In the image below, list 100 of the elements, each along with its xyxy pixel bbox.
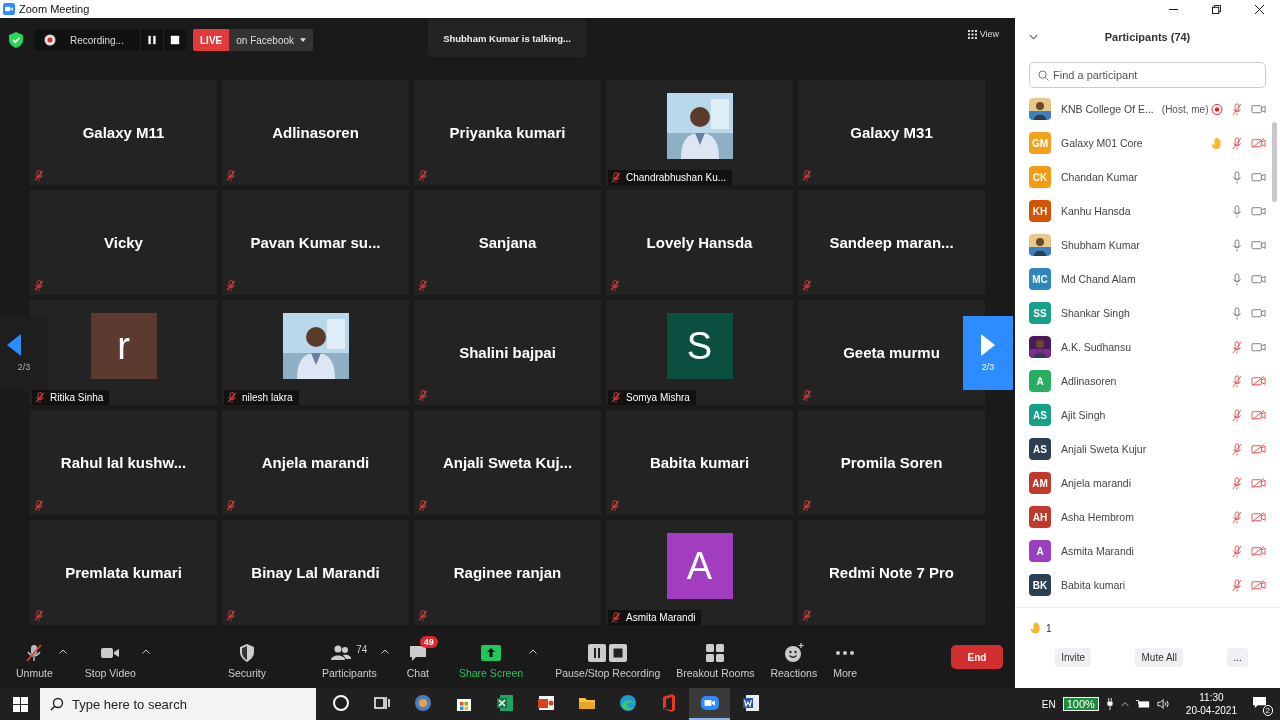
participant-name: Asha Hembrom	[1061, 511, 1134, 523]
speaker-icon[interactable]	[1156, 698, 1171, 710]
camera-icon[interactable]	[1251, 171, 1266, 183]
emoji-icon	[783, 643, 804, 663]
participant-row[interactable]: MC Md Chand Alam	[1015, 262, 1272, 296]
camera-off-icon[interactable]	[1251, 545, 1266, 557]
muted-mic-icon	[226, 280, 236, 291]
muted-mic-icon[interactable]	[1231, 374, 1243, 388]
mic-icon[interactable]	[1231, 272, 1243, 286]
camera-icon[interactable]	[1251, 307, 1266, 319]
participant-row[interactable]: GM Galaxy M01 Core	[1015, 126, 1272, 160]
battery-indicator[interactable]: 100%	[1062, 697, 1099, 711]
participant-name: Somya Mishra	[626, 392, 690, 403]
caret-icon[interactable]	[529, 649, 538, 654]
participant-name: Ajit Singh	[1061, 409, 1106, 421]
caret-icon[interactable]	[380, 649, 389, 654]
participant-name: KNB College Of E...	[1061, 103, 1154, 115]
toolbar-button[interactable]: Breakout Rooms	[668, 635, 763, 679]
view-button[interactable]: View	[961, 28, 1005, 40]
camera-off-icon[interactable]	[1251, 137, 1266, 149]
muted-mic-icon[interactable]	[1231, 340, 1243, 354]
participant-row[interactable]: Shubham Kumar	[1015, 228, 1272, 262]
muted-mic-icon[interactable]	[1231, 442, 1243, 456]
toolbar-button[interactable]: Pause/Stop Recording	[547, 635, 669, 679]
participant-row[interactable]: A Asmita Marandi	[1015, 534, 1272, 568]
camera-icon[interactable]	[1251, 341, 1266, 353]
muted-mic-icon[interactable]	[1231, 510, 1243, 524]
toolbar-button[interactable]: Security	[219, 635, 274, 679]
participant-name: Ritika Sinha	[50, 392, 104, 403]
camera-icon[interactable]	[1251, 273, 1266, 285]
camera-off-icon[interactable]	[1251, 511, 1266, 523]
toolbar-button[interactable]: Unmute	[8, 635, 61, 679]
mic-icon[interactable]	[1231, 170, 1243, 184]
maximize-icon[interactable]	[1212, 4, 1221, 14]
muted-mic-icon[interactable]	[1231, 136, 1243, 150]
panel-button[interactable]: ...	[1227, 648, 1248, 667]
participant-row[interactable]: A Adlinasoren	[1015, 364, 1272, 398]
participant-row[interactable]: A.K. Sudhansu	[1015, 330, 1272, 364]
language-indicator[interactable]: EN	[1041, 698, 1056, 710]
camera-icon[interactable]	[1251, 239, 1266, 251]
browser-icon	[617, 693, 638, 713]
right-arrow-icon	[981, 334, 995, 356]
document-icon	[740, 693, 761, 713]
camera-off-icon[interactable]	[1251, 375, 1266, 387]
mic-icon[interactable]	[1231, 238, 1243, 252]
participant-row[interactable]: AS Anjali Sweta Kujur	[1015, 432, 1272, 466]
participant-row[interactable]: AH Asha Hembrom	[1015, 500, 1272, 534]
taskbar-search-field[interactable]: Type here to search	[40, 688, 316, 720]
avatar-initials: GM	[1031, 137, 1049, 149]
participant-row[interactable]: BK Babita kumari	[1015, 568, 1272, 602]
participant-row[interactable]: CK Chandan Kumar	[1015, 160, 1272, 194]
panel-button[interactable]: Mute All	[1135, 648, 1184, 667]
camera-icon[interactable]	[1251, 103, 1266, 115]
camera-off-icon[interactable]	[1251, 409, 1266, 421]
network-icon[interactable]	[1135, 698, 1150, 710]
participant-row[interactable]: KNB College Of E... (Host, me)	[1015, 92, 1272, 126]
participant-row[interactable]: AM Anjela marandi	[1015, 466, 1272, 500]
toolbar-button[interactable]: Stop Video	[76, 635, 144, 679]
mic-icon[interactable]	[1231, 204, 1243, 218]
muted-mic-icon[interactable]	[1231, 102, 1243, 116]
chevron-down-icon[interactable]	[1029, 34, 1038, 40]
muted-mic-icon	[418, 170, 428, 181]
participant-row[interactable]: KH Kanhu Hansda	[1015, 194, 1272, 228]
live-badge: LIVE	[193, 29, 230, 51]
muted-mic-icon	[418, 280, 428, 291]
muted-mic-icon[interactable]	[1231, 578, 1243, 592]
muted-mic-icon[interactable]	[1231, 476, 1243, 490]
toolbar-button[interactable]: More	[825, 635, 866, 679]
end-meeting-button[interactable]: End	[951, 645, 1003, 669]
camera-icon[interactable]	[1251, 205, 1266, 217]
camera-off-icon[interactable]	[1251, 477, 1266, 489]
muted-mic-icon[interactable]	[1231, 408, 1243, 422]
presentation-icon	[535, 693, 556, 713]
toolbar-button[interactable]: Reactions	[762, 635, 826, 679]
panel-button[interactable]: Invite	[1055, 648, 1092, 667]
toolbar-button[interactable]: 74 Participants	[313, 635, 385, 679]
participant-row[interactable]: AS Ajit Singh	[1015, 398, 1272, 432]
search-input[interactable]: Find a participant	[1053, 64, 1265, 86]
muted-mic-icon[interactable]	[1231, 544, 1243, 558]
close-icon[interactable]	[1255, 4, 1264, 14]
taskbar-button[interactable]	[689, 688, 730, 720]
camera-off-icon[interactable]	[1251, 579, 1266, 591]
mic-icon[interactable]	[1231, 306, 1243, 320]
live-destination-dropdown[interactable]: on Facebook	[229, 29, 314, 51]
search-field[interactable]: Find a participant	[1029, 62, 1266, 88]
caret-icon[interactable]	[141, 649, 150, 654]
notifications-icon[interactable]	[1252, 696, 1267, 709]
shield-icon[interactable]	[9, 32, 23, 48]
caret-icon[interactable]	[58, 649, 67, 654]
taskbar-clock[interactable]: 11:30 20-04-2021	[1185, 691, 1237, 717]
participant-row[interactable]: SS Shankar Singh	[1015, 296, 1272, 330]
avatar-letter: S	[686, 324, 713, 368]
avatar-initials: BK	[1032, 579, 1048, 591]
previous-page-button[interactable]: 2/3	[0, 316, 48, 390]
toolbar-button[interactable]: Share Screen	[450, 635, 532, 679]
scrollbar-thumb[interactable]	[1272, 122, 1277, 202]
taskbar-search-input[interactable]: Type here to search	[72, 689, 316, 719]
windows-start-icon[interactable]	[13, 696, 28, 712]
camera-off-icon[interactable]	[1251, 443, 1266, 455]
toolbar-button[interactable]: 49 Chat	[398, 635, 437, 679]
